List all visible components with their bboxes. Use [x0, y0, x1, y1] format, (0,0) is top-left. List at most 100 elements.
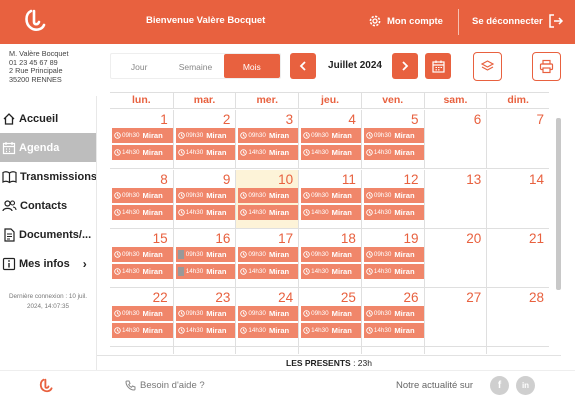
calendar-event[interactable]: 14h30 Miran — [301, 145, 361, 160]
prev-month-button[interactable] — [290, 53, 316, 79]
date-picker-button[interactable] — [425, 53, 451, 79]
calendar-day-cell[interactable]: 24 09h30 Miran 14h30 Miran — [235, 288, 299, 346]
calendar-day-cell[interactable]: 12 09h30 Miran 14h30 Miran — [360, 170, 424, 228]
calendar-day-cell[interactable]: 5 09h30 Miran 14h30 Miran — [360, 110, 424, 168]
sidebar-item-contacts[interactable]: Contacts — [0, 191, 96, 220]
calendar-event[interactable]: 14h30 Miran — [175, 205, 236, 220]
calendar-day-cell[interactable]: 13 — [423, 170, 487, 228]
calendar-event[interactable]: 09h30 Miran — [112, 188, 173, 203]
calendar-event[interactable]: 09h30 Miran — [112, 247, 173, 262]
linkedin-icon[interactable]: in — [516, 376, 535, 395]
calendar-event[interactable]: 09h30 Miran — [363, 128, 424, 143]
calendar-day-cell[interactable]: 3 09h30 Miran 14h30 Miran — [235, 110, 299, 168]
calendar-event[interactable]: 09h30 Miran — [175, 247, 236, 262]
calendar-day-cell[interactable]: 18 09h30 Miran 14h30 Miran — [298, 229, 361, 287]
calendar-day-cell[interactable]: 20 — [423, 229, 487, 287]
view-day-button[interactable]: Jour — [111, 54, 167, 78]
calendar-day-cell[interactable]: 23 09h30 Miran 14h30 Miran — [172, 288, 236, 346]
calendar-event[interactable]: 09h30 Miran — [175, 306, 236, 321]
calendar-event[interactable]: 09h30 Miran — [112, 128, 173, 143]
calendar-event[interactable]: 09h30 Miran — [363, 188, 424, 203]
calendar-day-cell[interactable]: 22 09h30 Miran 14h30 Miran — [110, 288, 173, 346]
calendar-day-cell[interactable]: 28 — [486, 288, 549, 346]
calendar-event[interactable]: 09h30 Miran — [301, 306, 361, 321]
calendar-day-cell[interactable]: 21 — [486, 229, 549, 287]
calendar-event[interactable]: 14h30 Miran — [363, 145, 424, 160]
calendar-day-cell[interactable] — [423, 347, 487, 354]
calendar-event[interactable]: 14h30 Miran — [112, 145, 173, 160]
event-time: 09h30 — [185, 132, 204, 139]
logout-button[interactable]: Se déconnecter — [472, 14, 564, 28]
calendar-day-cell[interactable] — [172, 347, 236, 354]
calendar-event[interactable]: 14h30 Miran — [112, 205, 173, 220]
calendar-day-cell[interactable]: 4 09h30 Miran 14h30 Miran — [298, 110, 361, 168]
calendar-day-cell[interactable] — [360, 347, 424, 354]
calendar-event[interactable]: 14h30 Miran — [301, 264, 361, 279]
sidebar-item-transmissions[interactable]: Transmissions — [0, 162, 97, 191]
print-button[interactable] — [532, 52, 561, 81]
calendar-week-row: 15 09h30 Miran 14h30 Miran 16 09h30 Miran 14h30 M… — [110, 229, 549, 288]
calendar-event[interactable]: 14h30 Miran — [238, 264, 299, 279]
calendar-day-cell[interactable] — [110, 347, 173, 354]
sidebar-item-documents[interactable]: Documents/... — [0, 220, 96, 249]
calendar-event[interactable]: 09h30 Miran — [238, 247, 299, 262]
calendar-event[interactable]: 09h30 Miran — [175, 188, 236, 203]
calendar-event[interactable]: 14h30 Miran — [301, 323, 361, 338]
calendar-event[interactable]: 14h30 Miran — [112, 323, 173, 338]
next-month-button[interactable] — [392, 53, 418, 79]
calendar-event[interactable]: 09h30 Miran — [238, 188, 299, 203]
calendar-event[interactable]: 14h30 Miran — [363, 205, 424, 220]
calendar-day-cell[interactable]: 19 09h30 Miran 14h30 Miran — [360, 229, 424, 287]
calendar-event[interactable]: 09h30 Miran — [301, 128, 361, 143]
logo-icon[interactable] — [38, 377, 54, 396]
calendar-event[interactable]: 09h30 Miran — [301, 247, 361, 262]
calendar-day-cell[interactable]: 11 09h30 Miran 14h30 Miran — [298, 170, 361, 228]
calendar-day-cell[interactable]: 8 09h30 Miran 14h30 Miran — [110, 170, 173, 228]
calendar-day-cell[interactable]: 17 09h30 Miran 14h30 Miran — [235, 229, 299, 287]
calendar-day-cell[interactable]: 6 — [423, 110, 487, 168]
calendar-event[interactable]: 09h30 Miran — [301, 188, 361, 203]
calendar-scrollbar[interactable] — [556, 118, 561, 290]
calendar-event[interactable]: 14h30 Miran — [363, 323, 424, 338]
calendar-day-cell[interactable]: 16 09h30 Miran 14h30 Miran — [172, 229, 236, 287]
calendar-event[interactable]: 14h30 Miran — [301, 205, 361, 220]
calendar-event[interactable]: 09h30 Miran — [238, 128, 299, 143]
calendar-event[interactable]: 09h30 Miran — [363, 247, 424, 262]
sidebar-item-agenda[interactable]: Agenda — [0, 133, 96, 162]
calendar-day-cell[interactable]: 2 09h30 Miran 14h30 Miran — [172, 110, 236, 168]
calendar-event[interactable]: 09h30 Miran — [238, 306, 299, 321]
calendar-day-cell[interactable]: 7 — [486, 110, 549, 168]
sidebar-item-accueil[interactable]: Accueil — [0, 104, 96, 133]
logo-icon[interactable] — [22, 8, 48, 36]
calendar-day-cell[interactable]: 10 09h30 Miran 14h30 Miran — [235, 170, 299, 228]
calendar-event[interactable]: 14h30 Miran — [175, 323, 236, 338]
calendar-event[interactable]: 14h30 Miran — [112, 264, 173, 279]
calendar-event[interactable]: 09h30 Miran — [175, 128, 236, 143]
calendar-event[interactable]: 09h30 Miran — [112, 306, 173, 321]
calendar-day-cell[interactable]: 25 09h30 Miran 14h30 Miran — [298, 288, 361, 346]
calendar-day-cell[interactable]: 1 09h30 Miran 14h30 Miran — [110, 110, 173, 168]
view-week-button[interactable]: Semaine — [167, 54, 223, 78]
calendar-event[interactable]: 09h30 Miran — [363, 306, 424, 321]
calendar-event[interactable]: 14h30 Miran — [175, 264, 236, 279]
event-title: Miran — [331, 326, 352, 335]
calendar-day-cell[interactable]: 14 — [486, 170, 549, 228]
calendar-event[interactable]: 14h30 Miran — [175, 145, 236, 160]
facebook-icon[interactable]: f — [490, 376, 509, 395]
layers-button[interactable] — [473, 52, 502, 81]
sidebar-item-mes-infos[interactable]: Mes infos › — [0, 249, 96, 278]
calendar-day-cell[interactable]: 26 09h30 Miran 14h30 Miran — [360, 288, 424, 346]
calendar-day-cell[interactable]: 27 — [423, 288, 487, 346]
calendar-day-cell[interactable] — [298, 347, 361, 354]
calendar-event[interactable]: 14h30 Miran — [238, 145, 299, 160]
view-month-button[interactable]: Mois — [223, 54, 280, 78]
calendar-event[interactable]: 14h30 Miran — [363, 264, 424, 279]
calendar-day-cell[interactable]: 15 09h30 Miran 14h30 Miran — [110, 229, 173, 287]
calendar-day-cell[interactable] — [486, 347, 549, 354]
calendar-event[interactable]: 14h30 Miran — [238, 323, 299, 338]
account-button[interactable]: Mon compte — [368, 14, 443, 28]
calendar-day-cell[interactable] — [235, 347, 298, 354]
calendar-event[interactable]: 14h30 Miran — [238, 205, 299, 220]
calendar-day-cell[interactable]: 9 09h30 Miran 14h30 Miran — [172, 170, 236, 228]
help-link[interactable]: Besoin d'aide ? — [125, 380, 205, 391]
